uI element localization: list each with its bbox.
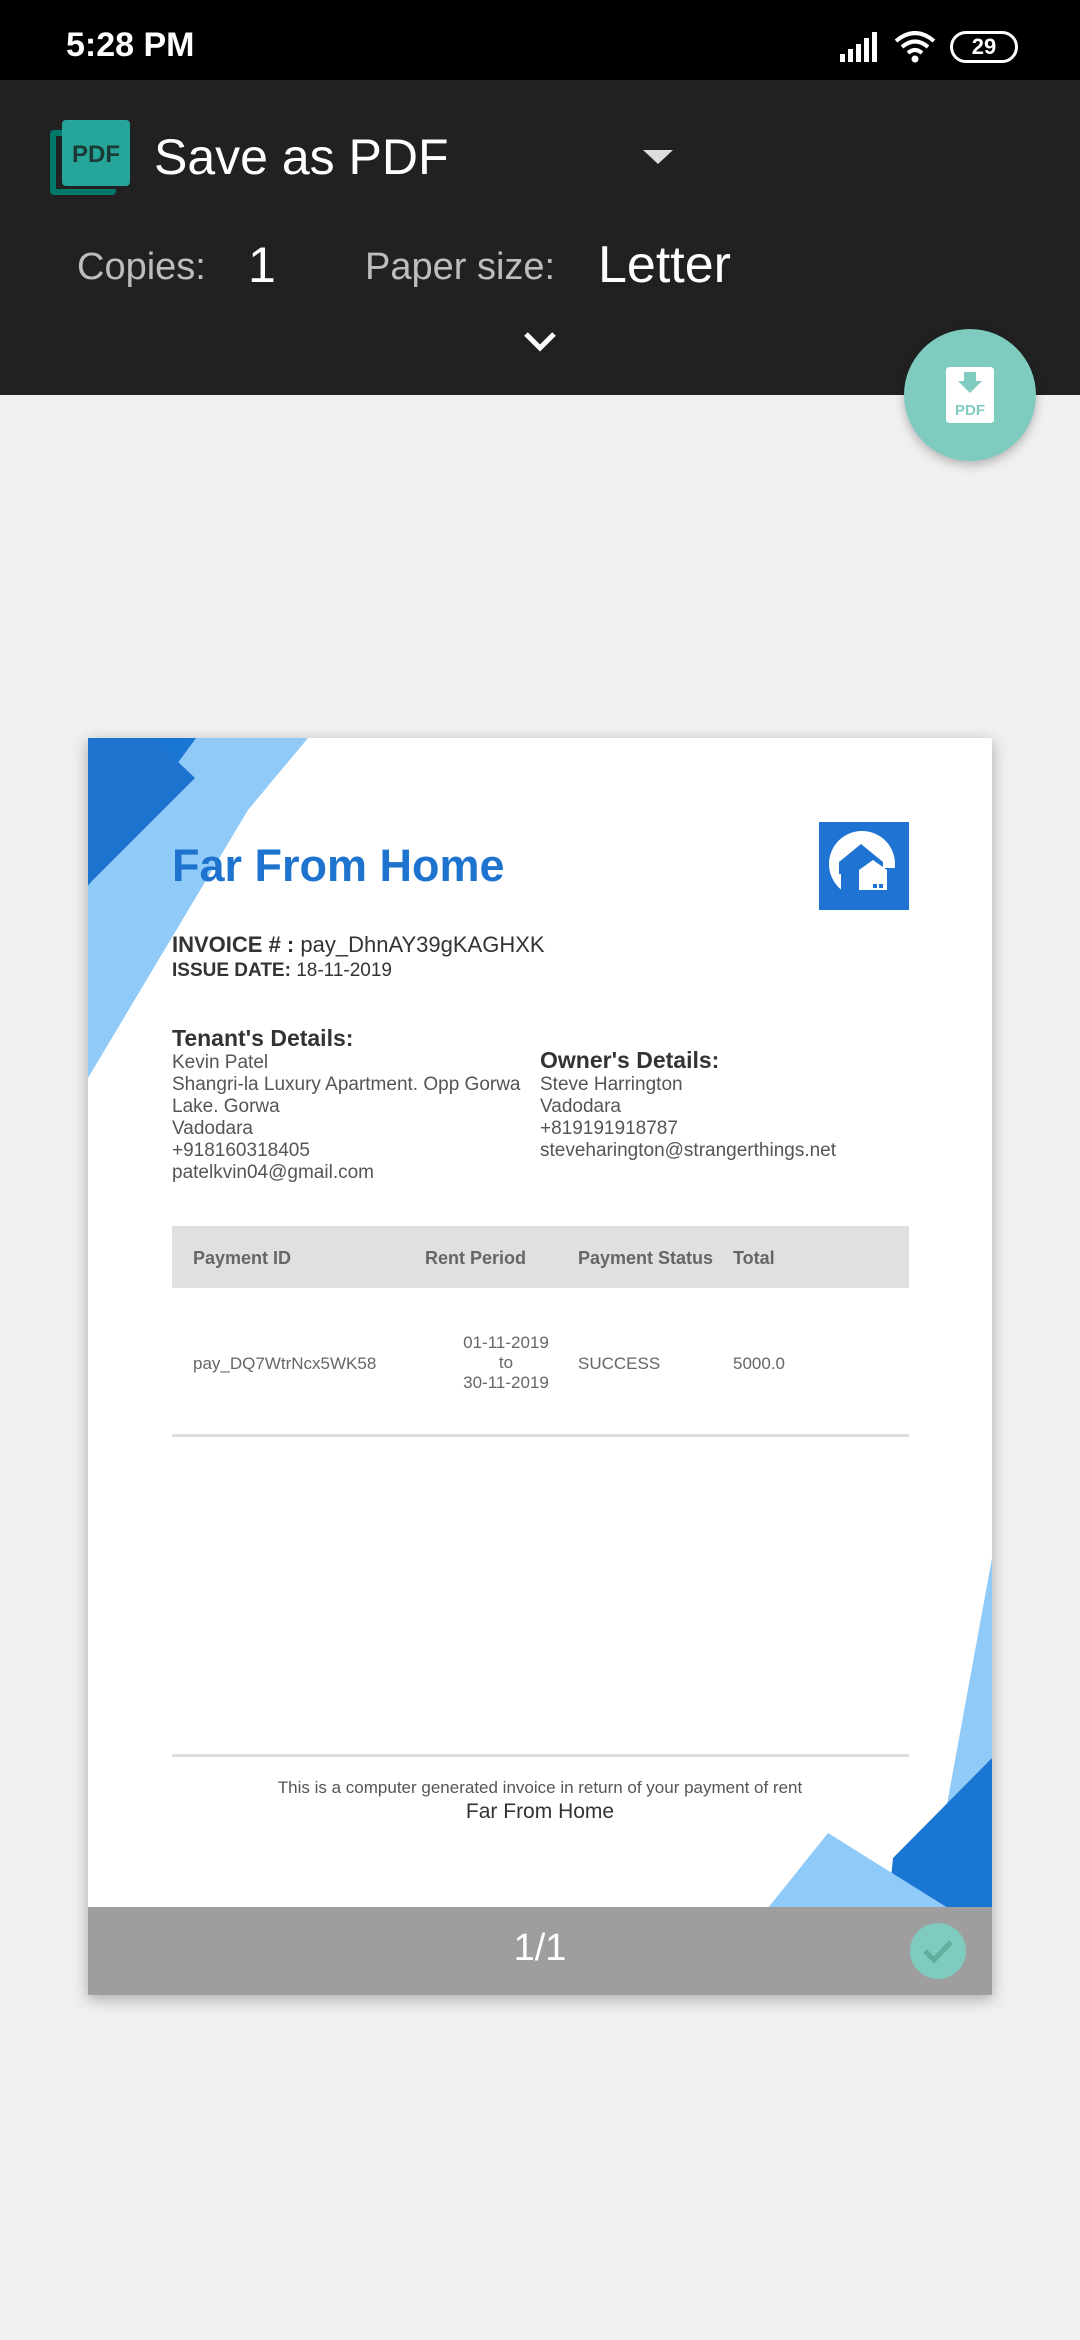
home-logo-icon — [829, 831, 895, 904]
owner-details: Owner's Details: Steve Harrington Vadoda… — [540, 1046, 940, 1162]
owner-name: Steve Harrington — [540, 1074, 683, 1095]
tenant-address-line1: Shangri-la Luxury Apartment. Opp Gorwa — [172, 1074, 521, 1095]
paper-size-label: Paper size: — [365, 246, 556, 288]
tenant-details-title: Tenant's Details: — [172, 1025, 354, 1051]
footer-divider — [172, 1754, 909, 1757]
paper-size-select[interactable]: Letter — [598, 235, 731, 295]
cell-payment-id: pay_DQ7WtrNcx5WK58 — [193, 1354, 377, 1373]
page-number: 1/1 — [513, 1927, 567, 1969]
download-pdf-icon: PDF — [946, 367, 994, 423]
tenant-name: Kevin Patel — [172, 1052, 269, 1073]
pdf-logo-text: PDF — [72, 141, 120, 168]
column-header-rent-period: Rent Period — [425, 1248, 527, 1268]
dropdown-arrow-icon[interactable] — [643, 150, 673, 164]
table-divider — [172, 1434, 909, 1437]
owner-phone: +819191918787 — [540, 1118, 678, 1139]
issue-date-label: ISSUE DATE: — [172, 960, 291, 981]
company-name: Far From Home — [172, 840, 505, 891]
invoice-footer-company: Far From Home — [465, 1800, 615, 1823]
wifi-icon — [894, 31, 936, 63]
column-header-total: Total — [733, 1248, 775, 1268]
issue-date: 18-11-2019 — [296, 960, 392, 981]
pdf-preview-page[interactable]: Far From Home INVOICE # : pay_DhnAY39gKA… — [88, 738, 992, 1995]
battery-level: 29 — [971, 34, 997, 59]
invoice-number-label: INVOICE # : — [172, 932, 295, 957]
status-bar: 5:28 PM 29 — [0, 0, 1080, 80]
issue-date-line: ISSUE DATE: 18-11-2019 — [172, 960, 392, 982]
page-select-checkbox[interactable] — [910, 1923, 966, 1979]
status-time: 5:28 PM — [66, 26, 195, 64]
print-options-header: PDF Save as PDF Copies: 1 Paper size: Le… — [0, 80, 1080, 395]
battery-icon: 29 — [950, 31, 1018, 63]
tenant-email: patelkvin04@gmail.com — [172, 1162, 374, 1183]
invoice-number-line: INVOICE # : pay_DhnAY39gKAGHXK — [172, 932, 545, 958]
pdf-printer-icon: PDF — [50, 120, 130, 195]
cell-period-from: 01-11-2019 — [463, 1333, 549, 1352]
owner-email: steveharington@strangerthings.net — [540, 1140, 837, 1161]
tenant-details: Tenant's Details: Kevin Patel Shangri-la… — [172, 1024, 532, 1184]
printer-selector[interactable]: Save as PDF — [154, 128, 449, 186]
check-icon — [923, 1940, 953, 1964]
tenant-address-line2: Lake. Gorwa — [172, 1096, 280, 1117]
page-selector-bar: 1/1 — [88, 1907, 992, 1995]
tenant-city: Vadodara — [172, 1118, 253, 1139]
owner-city: Vadodara — [540, 1096, 621, 1117]
cell-status: SUCCESS — [578, 1354, 661, 1373]
column-header-payment-status: Payment Status — [578, 1248, 714, 1268]
signal-icon — [840, 32, 877, 62]
invoice-number: pay_DhnAY39gKAGHXK — [300, 932, 545, 957]
owner-details-title: Owner's Details: — [540, 1047, 720, 1073]
cell-period-to-word: to — [498, 1353, 514, 1372]
company-logo — [819, 822, 909, 910]
download-pdf-button[interactable]: PDF — [904, 329, 1036, 461]
payment-table-header: Payment ID Rent Period Payment Status To… — [172, 1226, 909, 1288]
copies-input[interactable]: 1 — [248, 236, 276, 294]
fab-pdf-text: PDF — [955, 402, 985, 419]
invoice-footer-note: This is a computer generated invoice in … — [277, 1778, 803, 1797]
status-icons: 29 — [840, 30, 1018, 64]
chevron-down-icon[interactable] — [520, 328, 560, 356]
cell-period-to: 30-11-2019 — [463, 1373, 549, 1392]
column-header-payment-id: Payment ID — [193, 1248, 292, 1268]
copies-label: Copies: — [77, 246, 206, 288]
tenant-phone: +918160318405 — [172, 1140, 310, 1161]
cell-total: 5000.0 — [733, 1354, 785, 1373]
